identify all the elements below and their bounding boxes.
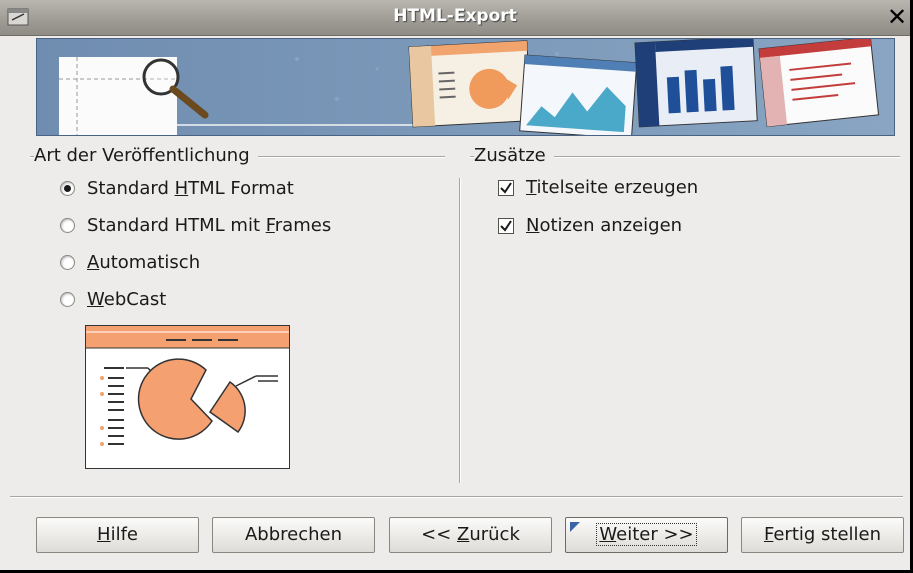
radio-icon: [60, 255, 75, 270]
next-button-label: Weiter >>: [596, 523, 697, 546]
radio-standard-html[interactable]: Standard HTML Format: [60, 178, 294, 199]
radio-label: Automatisch: [87, 252, 201, 273]
radio-webcast[interactable]: WebCast: [60, 289, 166, 310]
banner-illustration: [37, 39, 894, 135]
title-bar[interactable]: HTML-Export ✕: [0, 0, 910, 36]
cancel-button[interactable]: Abbrechen: [212, 517, 375, 553]
finish-button[interactable]: Fertig stellen: [741, 517, 904, 553]
close-icon[interactable]: ✕: [884, 4, 910, 31]
html-export-dialog: HTML-Export ✕ Art der Veröffentlichung S…: [0, 0, 913, 573]
button-row-separator: [10, 496, 903, 498]
radio-label: WebCast: [87, 289, 167, 310]
checkbox-label: Notizen anzeigen: [526, 215, 683, 236]
default-button-marker: [570, 522, 580, 532]
radio-standard-html-frames[interactable]: Standard HTML mit Frames: [60, 215, 331, 236]
checkbox-check-icon: [498, 217, 514, 234]
checkbox-label: Titelseite erzeugen: [526, 177, 699, 198]
checkbox-show-notes[interactable]: Notizen anzeigen: [498, 215, 682, 236]
radio-label: Standard HTML Format: [87, 178, 294, 199]
extras-group-label: Zusätze: [474, 145, 554, 166]
radio-icon: [60, 218, 75, 233]
header-banner: [36, 38, 895, 136]
layout-preview-image: [85, 325, 290, 469]
preview-illustration: [86, 326, 289, 446]
radio-icon: [60, 292, 75, 307]
publication-group-label: Art der Veröffentlichung: [34, 145, 258, 166]
group-divider: [459, 178, 461, 483]
window-title: HTML-Export: [393, 6, 517, 26]
radio-label: Standard HTML mit Frames: [87, 215, 332, 236]
radio-automatic[interactable]: Automatisch: [60, 252, 200, 273]
next-button[interactable]: Weiter >>: [565, 517, 728, 553]
checkbox-title-page[interactable]: Titelseite erzeugen: [498, 177, 698, 198]
checkbox-check-icon: [498, 179, 514, 196]
radio-icon: [60, 181, 75, 196]
help-button[interactable]: Hilfe: [36, 517, 199, 553]
back-button[interactable]: << Zurück: [389, 517, 552, 553]
